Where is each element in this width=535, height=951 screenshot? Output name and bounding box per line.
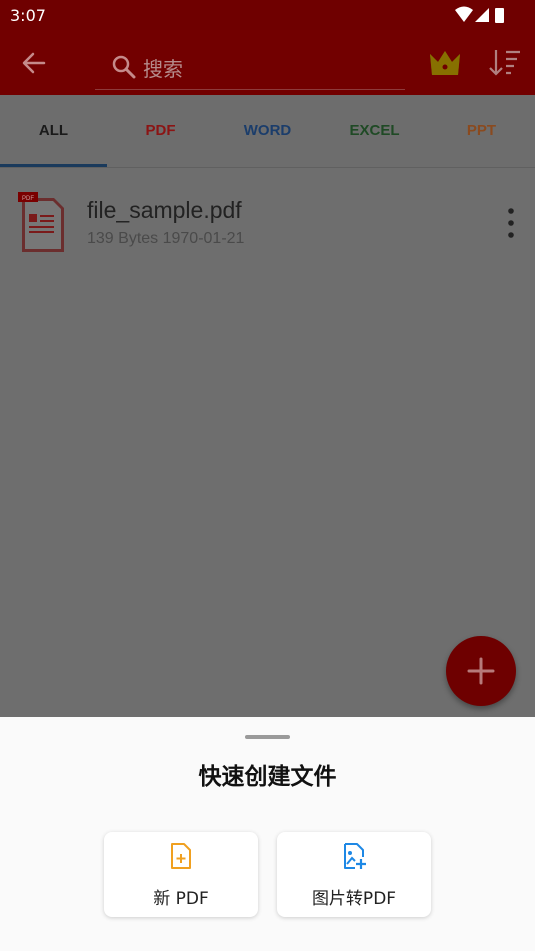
tab-all[interactable]: ALL: [0, 95, 107, 167]
crown-icon[interactable]: [427, 44, 463, 80]
add-fab-button[interactable]: [446, 636, 516, 706]
plus-icon: [467, 657, 495, 685]
quick-create-sheet: 快速创建文件 新 PDF 图片转PDF: [0, 717, 535, 951]
search-placeholder: 搜索: [143, 57, 183, 81]
file-name: file_sample.pdf: [87, 197, 242, 223]
drag-handle[interactable]: [245, 735, 290, 739]
image-to-pdf-label: 图片转PDF: [311, 889, 397, 909]
back-arrow-icon[interactable]: [18, 48, 50, 78]
pdf-file-icon: PDF: [18, 192, 64, 252]
new-pdf-icon: [171, 843, 191, 869]
search-input[interactable]: [95, 45, 405, 90]
status-time: 3:07: [10, 6, 46, 25]
file-type-tabs: ALL PDF WORD EXCEL PPT: [0, 95, 535, 168]
app-bar: 搜索: [0, 30, 535, 95]
image-to-pdf-button[interactable]: 图片转PDF: [277, 832, 431, 917]
tab-excel[interactable]: EXCEL: [321, 95, 428, 167]
sheet-title: 快速创建文件: [198, 764, 337, 790]
search-bar[interactable]: 搜索: [95, 45, 405, 90]
list-item[interactable]: PDF file_sample.pdf 139 Bytes 1970-01-21: [0, 180, 535, 262]
wifi-icon: [455, 6, 473, 22]
image-to-pdf-icon: [344, 843, 366, 869]
new-pdf-button[interactable]: 新 PDF: [104, 832, 258, 917]
sort-icon[interactable]: [487, 46, 523, 80]
file-meta: 139 Bytes 1970-01-21: [87, 230, 245, 247]
new-pdf-label: 新 PDF: [153, 889, 209, 909]
status-icons: [455, 6, 504, 23]
battery-icon: [495, 8, 504, 23]
tab-pdf[interactable]: PDF: [107, 95, 214, 167]
signal-icon: [475, 8, 489, 22]
status-bar: 3:07: [0, 0, 535, 30]
tab-ppt[interactable]: PPT: [428, 95, 535, 167]
search-icon: [112, 55, 136, 79]
pdf-badge-label: PDF: [22, 196, 34, 202]
tab-word[interactable]: WORD: [214, 95, 321, 167]
more-options-icon[interactable]: [499, 206, 523, 240]
